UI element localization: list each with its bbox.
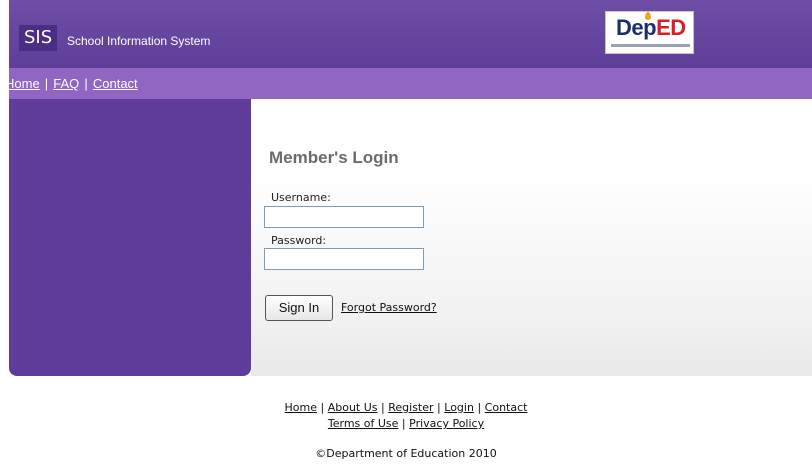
footer-separator: |	[320, 401, 325, 414]
app-title: School Information System	[67, 34, 211, 48]
footer-register-link[interactable]: Register	[388, 401, 433, 414]
login-panel: Member's Login Username: Password: Sign …	[251, 99, 812, 376]
footer-legal-row: Terms of Use | Privacy Policy	[0, 417, 812, 430]
deped-logo-text: DepED	[616, 15, 686, 41]
logo-ed-text: ED	[656, 15, 686, 40]
footer-separator: |	[477, 401, 482, 414]
login-title: Member's Login	[269, 148, 399, 167]
forgot-password-link[interactable]: Forgot Password?	[341, 301, 437, 314]
nav-separator: |	[44, 76, 49, 91]
footer-links-row: Home | About Us | Register | Login | Con…	[0, 401, 812, 414]
password-label: Password:	[271, 234, 327, 247]
torch-flame-icon	[645, 12, 651, 20]
nav-contact-link[interactable]: Contact	[93, 76, 138, 91]
footer-separator: |	[401, 417, 406, 430]
page-frame: SIS School Information System DepED Home…	[5, 0, 812, 376]
header: SIS School Information System DepED	[9, 0, 812, 68]
nav-home-link[interactable]: Home	[5, 76, 40, 91]
footer-home-link[interactable]: Home	[285, 401, 317, 414]
footer-terms-link[interactable]: Terms of Use	[328, 417, 399, 430]
nav-faq-link[interactable]: FAQ	[53, 76, 79, 91]
footer-separator: |	[381, 401, 385, 414]
footer-login-link[interactable]: Login	[444, 401, 474, 414]
username-input[interactable]	[264, 206, 424, 228]
footer-privacy-link[interactable]: Privacy Policy	[409, 417, 484, 430]
sis-logo: SIS	[19, 25, 58, 51]
footer-separator: |	[437, 401, 441, 414]
nav-separator: |	[84, 76, 88, 91]
logo-tagline-bar	[611, 44, 690, 47]
sidebar	[9, 99, 251, 376]
nav-links: Home | FAQ | Contact	[5, 68, 138, 99]
footer-contact-link[interactable]: Contact	[485, 401, 528, 414]
top-nav: Home | FAQ | Contact	[5, 68, 812, 99]
password-input[interactable]	[264, 248, 424, 270]
deped-logo: DepED	[605, 11, 694, 54]
sign-in-button[interactable]: Sign In	[265, 295, 333, 321]
footer-about-link[interactable]: About Us	[328, 401, 378, 414]
copyright: ©Department of Education 2010	[315, 447, 497, 460]
username-label: Username:	[271, 191, 331, 204]
